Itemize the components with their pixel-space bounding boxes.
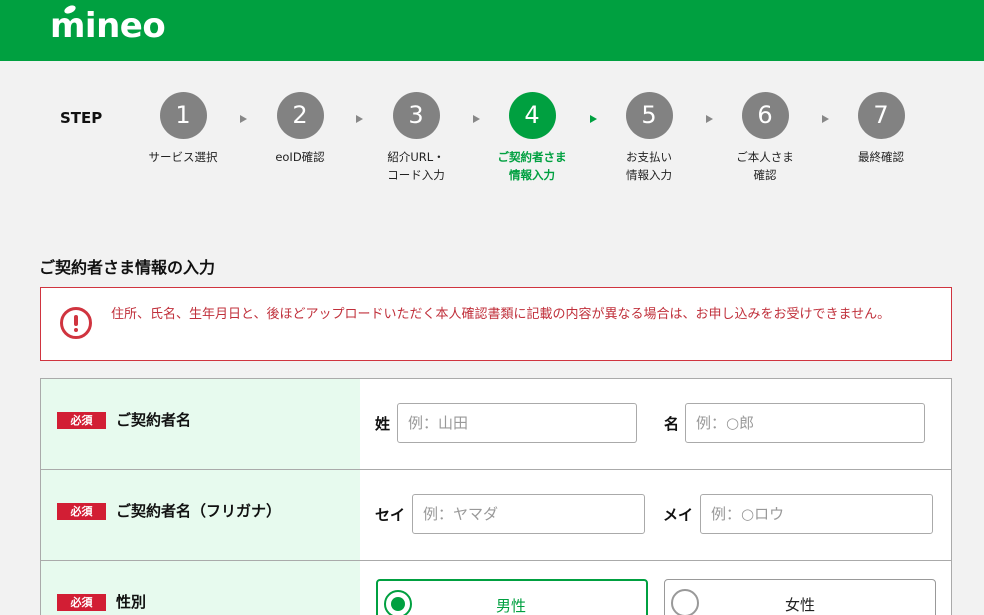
radio-selected-icon[interactable]: [384, 590, 412, 615]
step-6: 6 ご本人さま 確認: [705, 92, 825, 184]
step-label: eoID確認: [275, 150, 325, 164]
step-3: 3 紹介URL・ コード入力: [356, 92, 476, 184]
form-row-name: 必須 ご契約者名 姓 例：山田 名 例：○郎: [41, 379, 951, 470]
step-label: サービス選択: [148, 150, 218, 164]
warning-alert: 住所、氏名、生年月日と、後ほどアップロードいただく本人確認書類に記載の内容が異な…: [40, 287, 952, 361]
step-number: 4: [508, 92, 556, 139]
required-badge: 必須: [57, 503, 106, 520]
exclamation-circle-icon: [60, 307, 92, 339]
step-7: 7 最終確認: [821, 92, 941, 166]
required-badge: 必須: [57, 594, 106, 611]
last-name-kana-input[interactable]: 例：ヤマダ: [412, 494, 645, 534]
step-label: 最終確認: [858, 150, 904, 164]
row-label: ご契約者名: [116, 411, 192, 429]
row-label: ご契約者名（フリガナ）: [116, 502, 282, 520]
row-label-cell: 必須 ご契約者名（フリガナ）: [41, 470, 360, 560]
radio-label: 男性: [496, 597, 527, 615]
first-name-kana-label: メイ: [663, 506, 694, 524]
step-number: 3: [392, 92, 440, 139]
step-heading: STEP: [60, 109, 103, 127]
step-label: お支払い 情報入力: [626, 150, 672, 182]
site-header: mineo: [0, 0, 984, 61]
row-label: 性別: [116, 593, 147, 611]
contractor-form: 必須 ご契約者名 姓 例：山田 名 例：○郎 必須 ご契約者名（フリガナ） セイ…: [40, 378, 952, 615]
step-label: ご本人さま 確認: [736, 150, 794, 182]
step-number: 1: [159, 92, 207, 139]
first-name-kana-input[interactable]: 例：○ロウ: [700, 494, 933, 534]
step-4: 4 ご契約者さま 情報入力: [472, 92, 592, 184]
step-label: 紹介URL・ コード入力: [387, 150, 445, 182]
step-number: 2: [276, 92, 324, 139]
step-number: 5: [625, 92, 673, 139]
step-number: 7: [857, 92, 905, 139]
radio-unselected-icon[interactable]: [671, 589, 699, 615]
alert-message: 住所、氏名、生年月日と、後ほどアップロードいただく本人確認書類に記載の内容が異な…: [111, 307, 891, 322]
step-label: ご契約者さま 情報入力: [497, 150, 567, 182]
last-name-kana-label: セイ: [375, 506, 406, 524]
row-label-cell: 必須 性別: [41, 561, 360, 615]
first-name-input[interactable]: 例：○郎: [685, 403, 925, 443]
section-title: ご契約者さま情報の入力: [39, 258, 216, 277]
required-badge: 必須: [57, 412, 106, 429]
first-name-label: 名: [664, 415, 680, 433]
step-number: 6: [741, 92, 789, 139]
step-1: 1 サービス選択: [123, 92, 243, 166]
step-2: 2 eoID確認: [240, 92, 360, 166]
row-label-cell: 必須 ご契約者名: [41, 379, 360, 469]
radio-label: 女性: [785, 596, 816, 614]
form-row-kana: 必須 ご契約者名（フリガナ） セイ 例：ヤマダ メイ 例：○ロウ: [41, 470, 951, 561]
gender-option-female[interactable]: 女性: [664, 579, 936, 615]
last-name-label: 姓: [375, 415, 391, 433]
gender-option-male[interactable]: 男性: [376, 579, 648, 615]
last-name-input[interactable]: 例：山田: [397, 403, 637, 443]
step-5: 5 お支払い 情報入力: [589, 92, 709, 184]
